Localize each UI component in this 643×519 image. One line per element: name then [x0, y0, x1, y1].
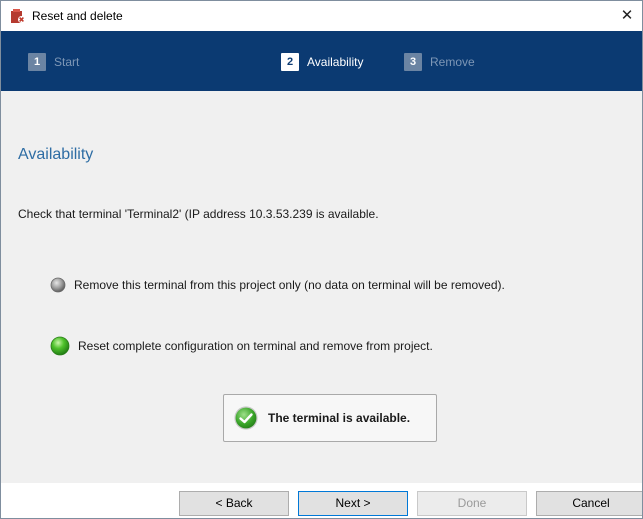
step-remove: 3 Remove [404, 53, 475, 71]
close-button[interactable]: ✕ [612, 1, 642, 31]
step-number: 1 [28, 53, 46, 71]
next-button[interactable]: Next > [298, 491, 408, 516]
done-button[interactable]: Done [417, 491, 527, 516]
cancel-button[interactable]: Cancel [536, 491, 642, 516]
step-number: 3 [404, 53, 422, 71]
radio-gray-icon[interactable] [50, 277, 66, 293]
page-title: Availability [18, 146, 94, 163]
step-availability: 2 Availability [281, 53, 363, 71]
option-label: Reset complete configuration on terminal… [78, 339, 433, 353]
button-bar: < Back Next > Done Cancel [1, 483, 642, 518]
status-text: The terminal is available. [268, 411, 411, 425]
option-reset-and-remove[interactable]: Reset complete configuration on terminal… [50, 336, 433, 356]
radio-green-icon[interactable] [50, 336, 70, 356]
step-label: Remove [430, 55, 475, 69]
availability-status: The terminal is available. [223, 394, 437, 442]
wizard-content: Availability Check that terminal 'Termin… [1, 91, 642, 483]
step-start: 1 Start [28, 53, 79, 71]
step-number: 2 [281, 53, 299, 71]
title-bar: Reset and delete ✕ [1, 1, 642, 31]
app-icon [11, 9, 25, 23]
check-circle-icon [234, 406, 258, 430]
option-label: Remove this terminal from this project o… [74, 278, 505, 292]
step-label: Start [54, 55, 80, 69]
window-title: Reset and delete [32, 9, 123, 23]
step-label: Availability [307, 55, 364, 69]
option-remove-only[interactable]: Remove this terminal from this project o… [50, 277, 505, 293]
wizard-step-bar: 1 Start 2 Availability 3 Remove [1, 31, 642, 91]
check-description: Check that terminal 'Terminal2' (IP addr… [18, 207, 379, 221]
dialog-window: Reset and delete ✕ 1 Start 2 Availabilit… [0, 0, 643, 519]
back-button[interactable]: < Back [179, 491, 289, 516]
